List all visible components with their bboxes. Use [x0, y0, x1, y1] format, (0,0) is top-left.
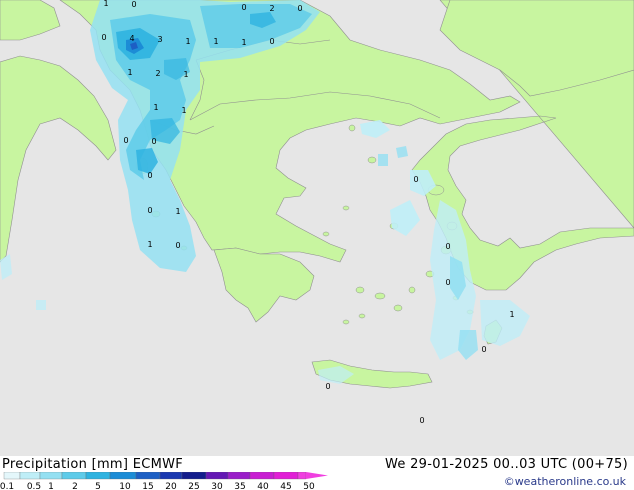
- precip-value-label: 1: [175, 207, 180, 216]
- valid-time: We 29-01-2025 00..03 UTC (00+75): [384, 457, 628, 472]
- precip-value-label: 0: [325, 382, 330, 391]
- precip-value-label: 0: [297, 4, 302, 13]
- scale-tick-label: 10: [119, 482, 131, 490]
- scale-tick-label: 50: [303, 482, 315, 490]
- scale-tick-label: 0.1: [0, 482, 14, 490]
- scale-box: [19, 472, 41, 480]
- scale-box: [227, 472, 251, 480]
- scale-tick-label: 0.5: [27, 482, 41, 490]
- precip-value-label: 4: [129, 34, 134, 43]
- scale-tick-label: 15: [142, 482, 153, 490]
- precip-value-label: 1: [185, 37, 190, 46]
- map-title: Precipitation [mm] ECMWF: [2, 457, 184, 472]
- precip-value-label: 2: [269, 4, 274, 13]
- scale-tick-label: 35: [234, 482, 245, 490]
- precip-value-label: 0: [151, 137, 156, 146]
- precip-value-label: 0: [147, 171, 152, 180]
- scale-tick-label: 1: [48, 482, 54, 490]
- scale-box: [181, 472, 207, 480]
- scale-box: [159, 472, 183, 480]
- precip-value-label: 2: [155, 69, 160, 78]
- scale-box: [39, 472, 63, 480]
- precip-value-label: 0: [445, 278, 450, 287]
- precipitation-map: 1 0 0 2 0 0 4 3 1 1 1 1 2 1 1 1 0 0 0 1 0 1 0 0 0 0 1 0 0 0 0: [0, 0, 634, 456]
- scale-box: [135, 472, 161, 480]
- scale-tick-label: 5: [95, 482, 101, 490]
- credit-link[interactable]: ©weatheronline.co.uk: [504, 475, 626, 488]
- precip-value-label: 0: [131, 0, 136, 9]
- precip-value-label: 0: [269, 37, 274, 46]
- precip-value-label: 0: [241, 3, 246, 12]
- precip-value-label: 1: [213, 37, 218, 46]
- scale-tick-label: 2: [72, 482, 78, 490]
- precip-value-label: 0: [147, 206, 152, 215]
- precip-value-label: 0: [481, 345, 486, 354]
- precip-value-label: 0: [123, 136, 128, 145]
- precip-value-label: 1: [181, 106, 186, 115]
- precip-value-label: 0: [413, 175, 418, 184]
- scale-tick-label: 45: [280, 482, 291, 490]
- precip-value-label: 1: [103, 0, 108, 8]
- precip-value-label: 1: [127, 68, 132, 77]
- precip-value-label: 1: [241, 38, 246, 47]
- precip-value-label: 0: [175, 241, 180, 250]
- scale-box: [297, 472, 307, 480]
- precip-value-label: 1: [153, 103, 158, 112]
- precip-value-label: 0: [419, 416, 424, 425]
- scale-box: [109, 472, 137, 480]
- scale-box: [61, 472, 87, 480]
- precip-value-label: 1: [509, 310, 514, 319]
- scale-box: [205, 472, 229, 480]
- scale-arrow: [306, 472, 328, 479]
- precip-value-label: 3: [157, 35, 162, 44]
- precip-value-label: 0: [445, 242, 450, 251]
- scale-tick-label: 40: [257, 482, 269, 490]
- precip-value-label: 1: [183, 70, 188, 79]
- scale-box: [85, 472, 111, 480]
- scale-tick-label: 30: [211, 482, 223, 490]
- scale-box: [3, 472, 21, 480]
- scale-tick-label: 20: [165, 482, 177, 490]
- scale-box: [249, 472, 275, 480]
- scale-tick-label: 25: [188, 482, 199, 490]
- precip-value-label: 0: [101, 33, 106, 42]
- scale-box: [273, 472, 299, 480]
- color-scale: 0.1 0.5 1 2 5 10 15 20 25 30 35 40 45 50: [0, 472, 328, 490]
- precip-value-label: 1: [147, 240, 152, 249]
